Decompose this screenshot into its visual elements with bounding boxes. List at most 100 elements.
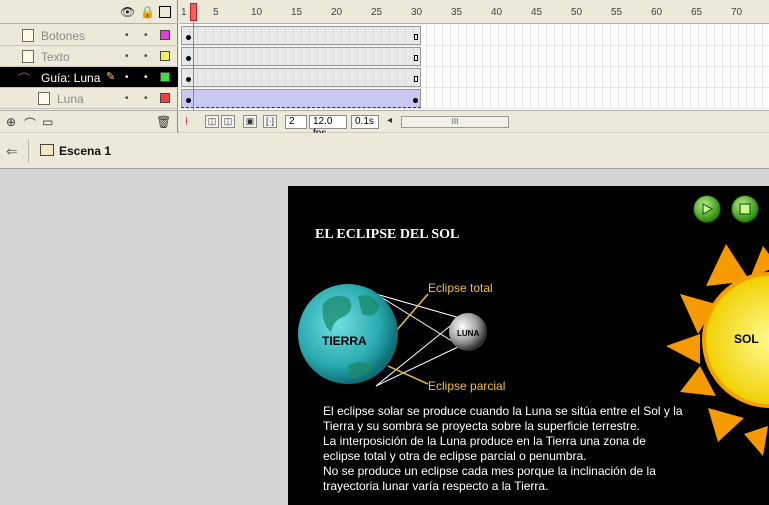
layer-icon — [22, 50, 34, 63]
visibility-dot[interactable]: • — [125, 30, 129, 41]
layer-color-swatch[interactable] — [160, 93, 170, 103]
playhead[interactable] — [190, 3, 197, 21]
layer-row-luna[interactable]: Luna • • — [0, 88, 178, 109]
visibility-dot[interactable]: • — [125, 93, 129, 104]
scene-bar: ⇐ Escena 1 — [0, 133, 769, 169]
layer-name: Botones — [41, 29, 86, 43]
layer-color-swatch[interactable] — [160, 72, 170, 82]
frame-rate-field: 12.0 fps — [309, 115, 347, 139]
back-arrow-icon[interactable]: ⇐ — [6, 143, 18, 160]
layer-row-guia-luna[interactable]: ⌒ Guía: Luna ✎ • • — [0, 67, 178, 88]
frames-area[interactable]: 1 5 10 15 20 25 30 35 40 45 50 55 60 65 … — [179, 0, 769, 110]
sun-label: SOL — [734, 332, 759, 346]
frame-row-botones[interactable] — [179, 25, 769, 46]
keyframe[interactable] — [186, 98, 191, 103]
tick-label: 65 — [691, 7, 703, 18]
lock-dot[interactable]: • — [144, 93, 148, 104]
scroll-thumb[interactable]: III — [402, 117, 508, 127]
edit-multiple-icon[interactable]: ▣ — [243, 115, 257, 128]
tick-label: 10 — [251, 7, 263, 18]
timeline-status-bar: ⟊ ◫ ◫ ▣ [·] 2 12.0 fps 0.1s ◂ III — [179, 110, 769, 139]
tick-label: 50 — [571, 7, 583, 18]
frame-span[interactable] — [181, 47, 421, 66]
end-frame[interactable] — [414, 34, 418, 40]
center-frame-icon[interactable]: ⟊ — [185, 114, 188, 129]
onion-outline-icon[interactable]: ◫ — [221, 115, 235, 128]
visibility-dot[interactable]: • — [125, 51, 129, 62]
tick-label: 5 — [213, 7, 219, 18]
total-eclipse-label: Eclipse total — [428, 281, 493, 295]
frame-span[interactable] — [181, 68, 421, 87]
layer-row-texto[interactable]: Texto • • — [0, 46, 178, 67]
layer-name: Luna — [57, 92, 84, 106]
outline-icon[interactable] — [159, 6, 171, 18]
moon-label: LUNA — [457, 329, 480, 338]
end-frame[interactable] — [414, 76, 418, 82]
elapsed-time-field: 0.1s — [351, 115, 379, 129]
frame-span[interactable] — [181, 26, 421, 45]
lock-dot[interactable]: • — [144, 51, 148, 62]
timeline-scrollbar[interactable]: III — [401, 116, 509, 128]
stage-title: EL ECLIPSE DEL SOL — [315, 227, 460, 242]
layer-color-swatch[interactable] — [160, 30, 170, 40]
play-button[interactable] — [693, 195, 721, 223]
pencil-icon: ✎ — [106, 71, 116, 83]
tick-label: 55 — [611, 7, 623, 18]
add-folder-icon[interactable]: ▭ — [42, 115, 53, 129]
tick-label: 15 — [291, 7, 303, 18]
frame-row-texto[interactable] — [179, 46, 769, 67]
description-text: El eclipse solar se produce cuando la Lu… — [323, 404, 713, 494]
tick-label: 30 — [411, 7, 423, 18]
layer-icon — [22, 29, 34, 42]
partial-eclipse-label: Eclipse parcial — [428, 379, 506, 393]
layer-footer: ⊕ ⌒ ▭ 🗑 — [0, 110, 178, 132]
layer-name: Texto — [41, 50, 70, 64]
frame-ruler[interactable]: 1 5 10 15 20 25 30 35 40 45 50 55 60 65 … — [179, 0, 769, 24]
keyframe[interactable] — [413, 98, 418, 103]
layer-name: Guía: Luna — [41, 71, 101, 85]
tick-label: 35 — [451, 7, 463, 18]
visibility-dot[interactable]: • — [125, 72, 129, 83]
layer-header: 👁 🔒 — [0, 0, 178, 24]
layer-list: 👁 🔒 Botones • • Texto • • ⌒ Guía: Luna ✎… — [0, 0, 178, 132]
lock-dot[interactable]: • — [144, 30, 148, 41]
onion-markers-icon[interactable]: [·] — [263, 115, 277, 128]
end-frame[interactable] — [414, 55, 418, 61]
add-guide-icon[interactable]: ⌒ — [24, 115, 36, 132]
divider — [28, 139, 29, 163]
scene-icon — [40, 144, 54, 156]
keyframe[interactable] — [186, 35, 191, 40]
trash-icon[interactable]: 🗑 — [156, 115, 171, 129]
tick-label: 1 — [181, 7, 187, 18]
stop-button[interactable] — [731, 195, 759, 223]
description-line: No se produce un eclipse cada mes porque… — [323, 464, 656, 478]
earth-label: TIERRA — [322, 334, 367, 348]
tick-label: 60 — [651, 7, 663, 18]
eye-icon[interactable]: 👁 — [120, 5, 135, 19]
stage-area: EL ECLIPSE DEL SOL Eclipse total Eclipse… — [0, 170, 769, 505]
description-line: eclipse total y otra de eclipse parcial … — [323, 449, 587, 463]
tween-span[interactable] — [181, 89, 421, 108]
frame-row-guia-luna[interactable] — [179, 67, 769, 88]
layer-row-botones[interactable]: Botones • • — [0, 25, 178, 46]
scroll-left-icon[interactable]: ◂ — [387, 115, 392, 126]
tick-label: 20 — [331, 7, 343, 18]
layer-icon — [38, 92, 50, 105]
tick-label: 45 — [531, 7, 543, 18]
guide-icon: ⌒ — [18, 72, 31, 86]
description-line: El eclipse solar se produce cuando la Lu… — [323, 404, 683, 418]
description-line: Tierra y su sombra se proyecta sobre la … — [323, 419, 641, 433]
layer-color-swatch[interactable] — [160, 51, 170, 61]
keyframe[interactable] — [186, 56, 191, 61]
add-layer-icon[interactable]: ⊕ — [6, 115, 16, 129]
lock-icon[interactable]: 🔒 — [140, 5, 155, 19]
frame-row-luna[interactable] — [179, 88, 769, 109]
description-line: trayectoria lunar varía respecto a la Ti… — [323, 479, 549, 493]
tick-label: 40 — [491, 7, 503, 18]
stage[interactable]: EL ECLIPSE DEL SOL Eclipse total Eclipse… — [288, 186, 769, 505]
onion-skin-icon[interactable]: ◫ — [205, 115, 219, 128]
keyframe[interactable] — [186, 77, 191, 82]
description-line: La interposición de la Luna produce en l… — [323, 434, 646, 448]
lock-dot[interactable]: • — [144, 72, 148, 83]
scene-label[interactable]: Escena 1 — [59, 144, 111, 158]
